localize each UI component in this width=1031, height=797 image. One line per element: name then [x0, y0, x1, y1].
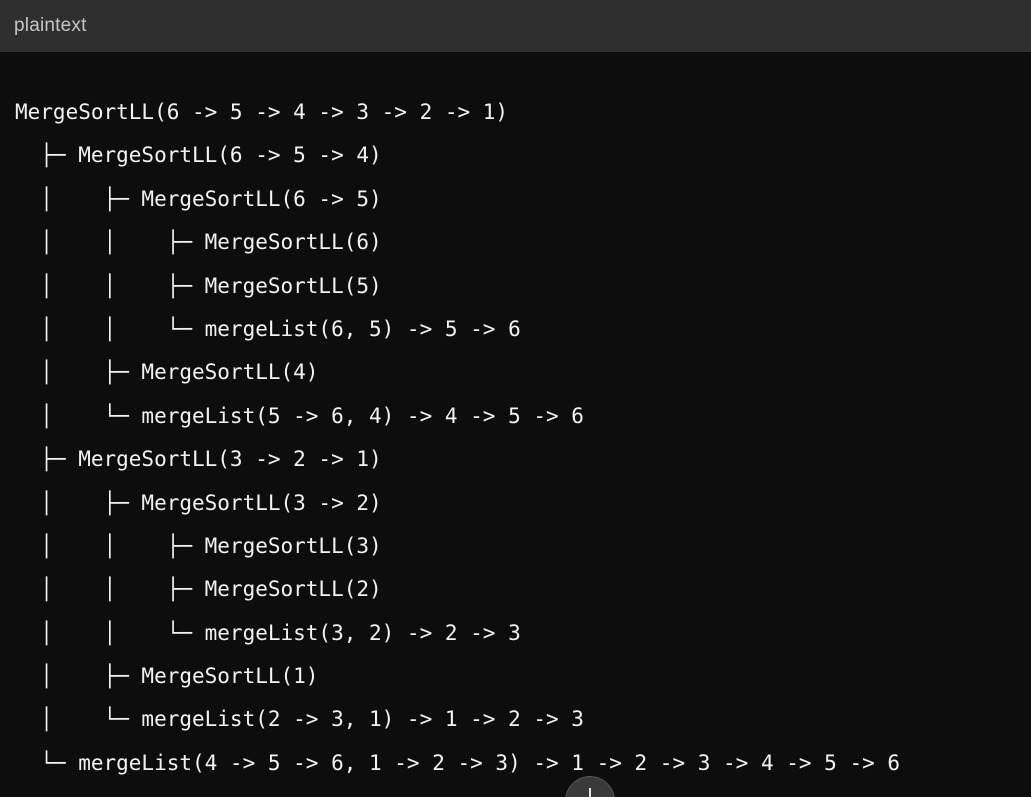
code-line: │ ├─ MergeSortLL(1): [15, 664, 319, 689]
code-line: │ │ ├─ MergeSortLL(3): [15, 533, 382, 558]
code-line: │ └─ mergeList(5 -> 6, 4) -> 4 -> 5 -> 6: [15, 403, 584, 428]
code-line: │ │ ├─ MergeSortLL(2): [15, 577, 382, 602]
code-line: └─ mergeList(4 -> 5 -> 6, 1 -> 2 -> 3) -…: [15, 750, 901, 775]
code-block-header: plaintext: [0, 0, 1031, 52]
code-line: │ │ └─ mergeList(6, 5) -> 5 -> 6: [15, 316, 521, 341]
code-block: plaintext MergeSortLL(6 -> 5 -> 4 -> 3 -…: [0, 0, 1031, 797]
code-line: ├─ MergeSortLL(6 -> 5 -> 4): [15, 143, 382, 168]
code-line: │ │ └─ mergeList(3, 2) -> 2 -> 3: [15, 620, 521, 645]
code-line: │ │ ├─ MergeSortLL(6): [15, 230, 382, 255]
code-body[interactable]: MergeSortLL(6 -> 5 -> 4 -> 3 -> 2 -> 1) …: [0, 52, 1031, 785]
language-label: plaintext: [14, 15, 87, 36]
code-line: MergeSortLL(6 -> 5 -> 4 -> 3 -> 2 -> 1): [15, 100, 509, 124]
code-line: │ ├─ MergeSortLL(4): [15, 360, 319, 385]
code-line: │ ├─ MergeSortLL(6 -> 5): [15, 186, 382, 211]
code-line: │ │ ├─ MergeSortLL(5): [15, 273, 382, 298]
code-line: │ └─ mergeList(2 -> 3, 1) -> 1 -> 2 -> 3: [15, 707, 584, 732]
code-line: │ ├─ MergeSortLL(3 -> 2): [15, 490, 382, 515]
code-line: ├─ MergeSortLL(3 -> 2 -> 1): [15, 447, 382, 472]
